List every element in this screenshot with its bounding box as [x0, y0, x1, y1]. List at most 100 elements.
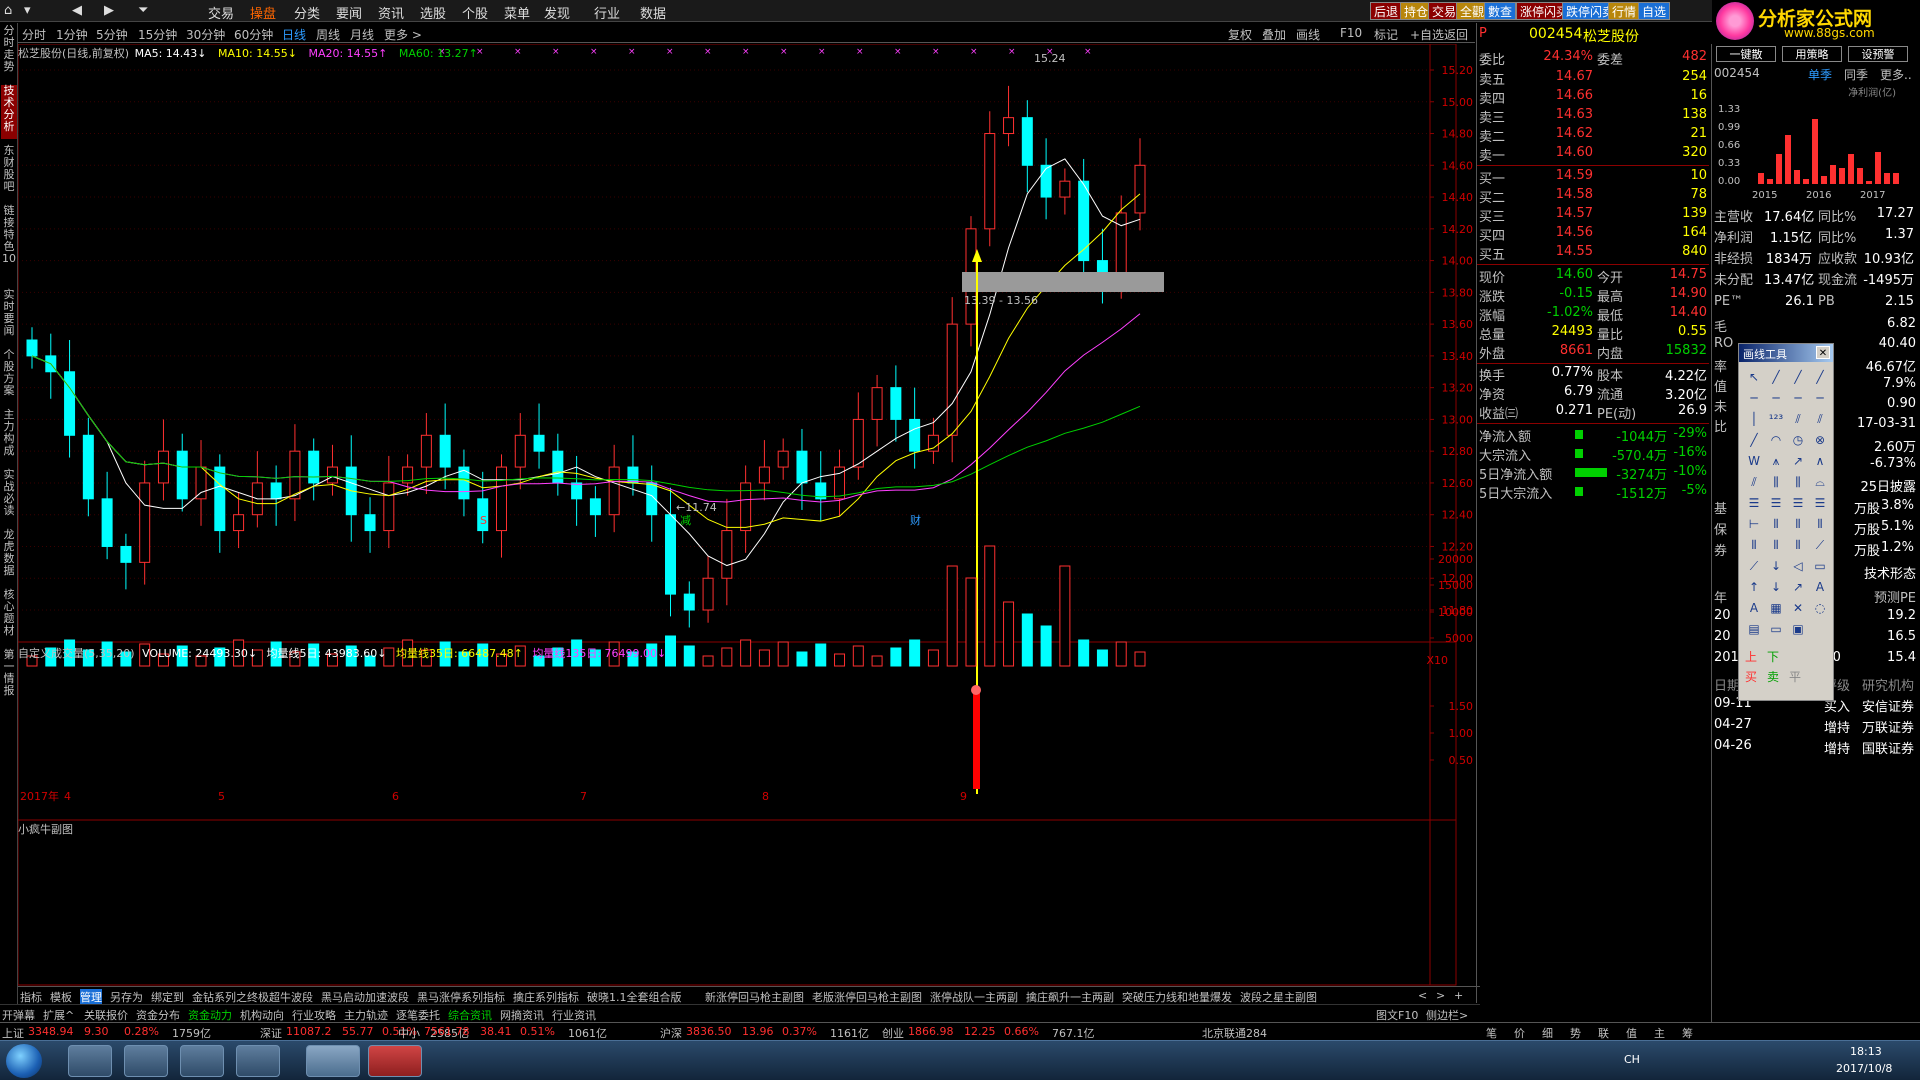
drawing-tool-titlebar[interactable]: 画线工具 ✕ — [1739, 344, 1833, 362]
period-0[interactable]: 分时 — [22, 26, 46, 43]
ask-row[interactable]: 卖四 14.66 16 — [1479, 88, 1709, 107]
fin-tab-1[interactable]: 同季 — [1844, 66, 1868, 83]
draw-tool-icon[interactable] — [1811, 620, 1829, 638]
draw-tool-icon[interactable]: ⟋ — [1745, 557, 1763, 575]
close-icon[interactable]: ✕ — [1816, 346, 1830, 359]
function-tab-10[interactable]: 网摘资讯 — [500, 1007, 544, 1023]
draw-tool-icon[interactable]: ⩚ — [1767, 452, 1785, 470]
quick-tag-0[interactable]: 后退 — [1370, 2, 1403, 20]
draw-tool-icon[interactable]: ⌓ — [1811, 473, 1829, 491]
indicator-tab-10[interactable]: 新涨停回马枪主副图 — [705, 989, 804, 1005]
function-tab-11[interactable]: 行业资讯 — [552, 1007, 596, 1023]
draw-tool-icon[interactable]: ╱ — [1811, 368, 1829, 386]
draw-tool-icon[interactable]: ⫽ — [1789, 410, 1807, 428]
draw-tool-icon[interactable]: A — [1745, 599, 1763, 617]
function-tab-9[interactable]: 综合资讯 — [448, 1007, 492, 1023]
draw-tool-icon[interactable]: ⫼ — [1789, 473, 1807, 491]
bid-row[interactable]: 买二 14.58 78 — [1479, 187, 1709, 206]
period-5[interactable]: 60分钟 — [234, 26, 273, 43]
draw-tool-icon[interactable]: ⫴ — [1767, 515, 1785, 533]
draw-tool-icon[interactable]: ⫴ — [1811, 515, 1829, 533]
tech-form-label[interactable]: 技术形态 — [1864, 563, 1916, 582]
fin-tab-2[interactable]: 更多.. — [1880, 66, 1912, 83]
draw-tool-icon[interactable]: ↖ — [1745, 368, 1763, 386]
clock-date[interactable]: 2017/10/8 — [1836, 1062, 1892, 1075]
draw-tool-icon[interactable]: ⟋ — [1811, 536, 1829, 554]
tab-nav-2[interactable]: + — [1454, 989, 1463, 1002]
draw-tool-icon[interactable]: ─ — [1789, 389, 1807, 407]
draw-tool-icon[interactable]: ╱ — [1745, 431, 1763, 449]
chrome-icon[interactable] — [306, 1045, 360, 1077]
period-6[interactable]: 日线 — [282, 26, 306, 43]
left-tab-2[interactable]: 东财股吧 — [1, 145, 17, 199]
period-tool-0[interactable]: 复权 — [1228, 26, 1252, 43]
computer-icon[interactable] — [124, 1045, 168, 1077]
draw-tool-icon[interactable]: ✕ — [1789, 599, 1807, 617]
view-tab-5[interactable]: 值 — [1626, 1025, 1637, 1041]
left-tab-8[interactable]: 龙虎数据 — [1, 529, 17, 583]
draw-signal-2[interactable]: 买 — [1745, 668, 1757, 685]
period-1[interactable]: 1分钟 — [56, 26, 88, 43]
draw-signal-3[interactable]: 卖 — [1767, 668, 1779, 685]
menu-10[interactable]: 数据 — [640, 3, 666, 22]
draw-tool-icon[interactable]: ▤ — [1745, 620, 1763, 638]
menu-9[interactable]: 行业 — [594, 3, 620, 22]
indicator-tab-9[interactable]: 破晓1.1全套组合版 — [587, 989, 682, 1005]
menu-2[interactable]: 分类 — [294, 3, 320, 22]
indicator-tab-8[interactable]: 擒庄系列指标 — [513, 989, 579, 1005]
function-tab-0[interactable]: 开弹幕 — [2, 1007, 35, 1023]
indicator-tab-3[interactable]: 另存为 — [110, 989, 143, 1005]
view-tab-2[interactable]: 细 — [1542, 1025, 1553, 1041]
function-tab-4[interactable]: 资金动力 — [188, 1007, 232, 1023]
draw-signal-1[interactable]: 下 — [1767, 648, 1779, 665]
kline-chart[interactable]: 15.20 15.00 14.80 14.60 14.40 14.20 14.00 13.80… — [18, 44, 1475, 986]
draw-tool-icon[interactable]: ↓ — [1767, 557, 1785, 575]
quick-button-1[interactable]: 用策略 — [1782, 46, 1842, 62]
draw-tool-icon[interactable]: │ — [1745, 410, 1763, 428]
indicator-tab-13[interactable]: 擒庄飙升一主两副 — [1026, 989, 1114, 1005]
quick-tag-8[interactable]: 自选 — [1638, 2, 1671, 20]
indicator-tab-7[interactable]: 黑马涨停系列指标 — [417, 989, 505, 1005]
draw-tool-icon[interactable]: ↗ — [1789, 452, 1807, 470]
nav-back-icon[interactable]: ◀ — [72, 3, 82, 18]
draw-tool-icon[interactable]: A — [1811, 578, 1829, 596]
view-tab-7[interactable]: 筹 — [1682, 1025, 1693, 1041]
indicator-tab-15[interactable]: 波段之星主副图 — [1240, 989, 1317, 1005]
ask-row[interactable]: 卖三 14.63 138 — [1479, 107, 1709, 126]
indicator-tab-14[interactable]: 突破压力线和地量爆发 — [1122, 989, 1232, 1005]
view-tab-3[interactable]: 势 — [1570, 1025, 1581, 1041]
clock-time[interactable]: 18:13 — [1850, 1045, 1882, 1058]
indicator-tab-11[interactable]: 老版涨停回马枪主副图 — [812, 989, 922, 1005]
draw-tool-icon[interactable]: ⫴ — [1767, 536, 1785, 554]
function-tab-5[interactable]: 机构动向 — [240, 1007, 284, 1023]
menu-7[interactable]: 菜单 — [504, 3, 530, 22]
draw-tool-icon[interactable]: ☰ — [1789, 494, 1807, 512]
left-tab-0[interactable]: 分时走势 — [1, 25, 17, 79]
menu-4[interactable]: 资讯 — [378, 3, 404, 22]
stock-app-icon[interactable] — [368, 1045, 422, 1077]
view-tab-1[interactable]: 价 — [1514, 1025, 1525, 1041]
bid-row[interactable]: 买四 14.56 164 — [1479, 225, 1709, 244]
nav-forward-icon[interactable]: ▶ — [104, 3, 114, 18]
draw-tool-icon[interactable]: ⫽ — [1811, 410, 1829, 428]
draw-tool-icon[interactable]: ⊢ — [1745, 515, 1763, 533]
sidebar-toggle[interactable]: 侧边栏> — [1426, 1007, 1468, 1023]
function-tab-3[interactable]: 资金分布 — [136, 1007, 180, 1023]
draw-tool-icon[interactable]: ◷ — [1789, 431, 1807, 449]
left-tab-10[interactable]: 第一情报 — [1, 649, 17, 703]
ask-row[interactable]: 卖一 14.60 320 — [1479, 145, 1709, 164]
draw-tool-icon[interactable]: ⫴ — [1789, 536, 1807, 554]
function-tab-8[interactable]: 逐笔委托 — [396, 1007, 440, 1023]
fin-tab-0[interactable]: 单季 — [1808, 66, 1832, 83]
period-3[interactable]: 15分钟 — [138, 26, 177, 43]
draw-tool-icon[interactable]: ☰ — [1811, 494, 1829, 512]
draw-tool-icon[interactable]: W — [1745, 452, 1763, 470]
menu-1[interactable]: 操盘 — [250, 3, 276, 22]
period-9[interactable]: 更多 > — [384, 26, 422, 43]
period-tool-2[interactable]: 画线 — [1296, 26, 1320, 43]
draw-tool-icon[interactable]: ☰ — [1767, 494, 1785, 512]
period-8[interactable]: 月线 — [350, 26, 374, 43]
indicator-tab-0[interactable]: 指标 — [20, 989, 42, 1005]
left-tab-3[interactable]: 链接特色10 — [1, 205, 17, 283]
function-tab-6[interactable]: 行业攻略 — [292, 1007, 336, 1023]
